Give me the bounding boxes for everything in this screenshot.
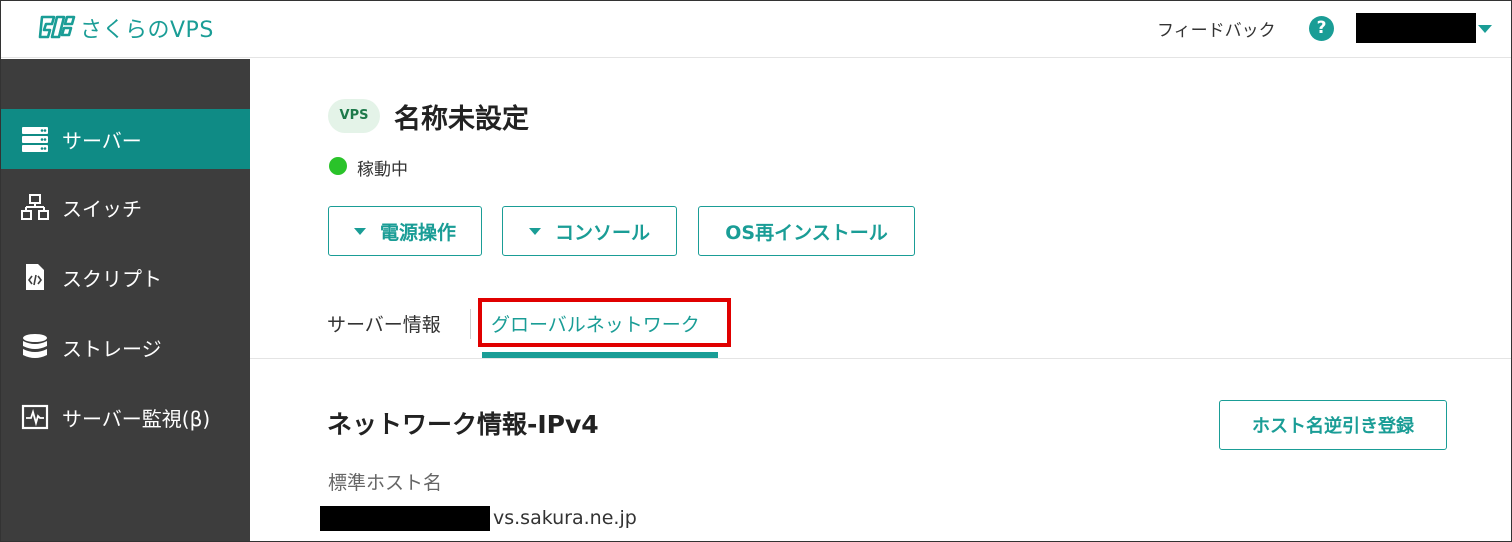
feedback-link[interactable]: フィードバック [1157,16,1276,41]
caret-down-icon [528,227,541,235]
monitor-icon [20,402,50,432]
os-reinstall-button[interactable]: OS再インストール [698,206,915,256]
vps-badge: VPS [328,99,380,133]
os-reinstall-label: OS再インストール [725,221,888,244]
switch-icon [20,192,50,222]
status-text: 稼動中 [357,160,408,180]
tabs-bottom-border [250,358,1512,359]
sidebar-item-server[interactable]: サーバー [0,109,250,169]
hostname-redacted [320,506,490,531]
sidebar-item-label: スクリプト [62,266,162,291]
storage-icon [20,332,50,362]
sidebar-item-label: ストレージ [62,336,162,361]
console-menu-button[interactable]: コンソール [502,206,677,256]
script-icon [20,262,50,292]
tab-server-info[interactable]: サーバー情報 [327,310,441,337]
annotation-highlight-box [478,298,731,347]
sidebar-item-switch[interactable]: スイッチ [0,177,250,237]
reverse-dns-label: ホスト名逆引き登録 [1252,416,1414,437]
sidebar-item-label: サーバー監視(β) [62,406,211,431]
power-menu-button[interactable]: 電源操作 [328,206,482,256]
status-indicator [329,157,347,175]
caret-down-icon [353,227,366,235]
power-menu-label: 電源操作 [379,221,456,244]
hostname-label: 標準ホスト名 [328,472,443,494]
section-title-network-ipv4: ネットワーク情報-IPv4 [327,410,599,439]
tab-divider [470,309,471,339]
sidebar-item-script[interactable]: スクリプト [0,247,250,307]
console-menu-label: コンソール [554,221,650,244]
sidebar-item-monitoring[interactable]: サーバー監視(β) [0,387,250,447]
user-account-redacted[interactable] [1356,13,1476,43]
page-title: 名称未設定 [394,104,529,135]
logo-text: さくらのVPS [80,18,214,43]
app-logo[interactable]: さくらのVPS [38,10,214,46]
sidebar: サーバー スイッチ スクリプト ストレージ サーバー監視(β) [0,59,250,542]
top-header: さくらのVPS フィードバック ? [0,0,1512,58]
sidebar-item-label: スイッチ [62,196,142,221]
chevron-down-icon[interactable] [1478,25,1492,33]
sidebar-item-label: サーバー [62,128,142,153]
hostname-suffix: vs.sakura.ne.jp [493,507,637,529]
reverse-dns-button[interactable]: ホスト名逆引き登録 [1219,400,1447,450]
help-icon[interactable]: ? [1309,16,1334,41]
sakura-logo-icon [38,15,76,39]
server-icon [20,124,50,154]
sidebar-item-storage[interactable]: ストレージ [0,317,250,377]
